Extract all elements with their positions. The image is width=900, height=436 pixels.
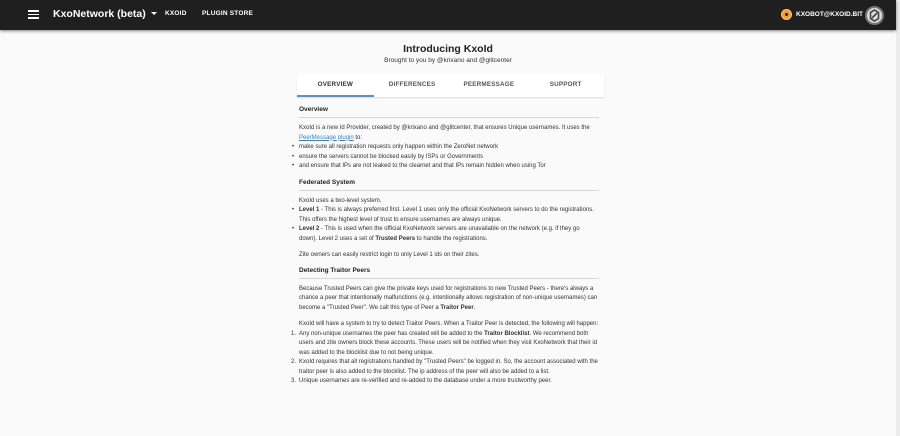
item3-text: Unique usernames are re-verified and re-… bbox=[299, 378, 552, 384]
tab-bar: OVERVIEW DIFFERENCES PEERMESSAGE SUPPORT bbox=[297, 74, 604, 97]
level2-label: Level 2 bbox=[299, 226, 320, 232]
overview-intro-end: to: bbox=[353, 134, 363, 141]
level2-text-end: to handle the registrations. bbox=[415, 235, 488, 242]
traitor-paragraph-2: KxoId will have a system to try to detec… bbox=[299, 321, 599, 327]
top-app-bar: KxoNetwork (beta) KXOID PLUGIN STORE KXO… bbox=[0, 0, 896, 30]
peermessage-plugin-link[interactable]: PeerMessage plugin bbox=[299, 135, 354, 141]
federated-intro: KxoId uses a two-level system. bbox=[299, 197, 382, 204]
list-item: Level 1 - This is always preferred first… bbox=[292, 206, 599, 225]
page-scrollbar[interactable] bbox=[896, 0, 900, 436]
traitor-peer-bold: Traitor Peer bbox=[440, 304, 474, 311]
numbered-item: 2. KxoId requires that all registrations … bbox=[291, 359, 598, 375]
tab-differences[interactable]: DIFFERENCES bbox=[374, 74, 451, 97]
list-item: and ensure that IPs are not leaked to th… bbox=[292, 162, 599, 172]
zeronet-logo-icon[interactable] bbox=[865, 6, 884, 25]
federated-footer: Zite owners can easily restrict login to… bbox=[299, 252, 480, 258]
page-subtitle: Brought to you by @krixano and @glitcent… bbox=[384, 57, 512, 64]
section-title-federated-system: Federated System bbox=[299, 177, 599, 191]
numbered-item: 3. Unique usernames are re-verified and r… bbox=[291, 378, 552, 384]
item1-text: Any non-unique usernames the peer has cr… bbox=[299, 330, 485, 337]
tab-overview[interactable]: OVERVIEW bbox=[297, 74, 374, 97]
app-title: KxoNetwork (beta) bbox=[53, 8, 146, 20]
account-label[interactable]: KXOBOT@KXOID.BIT bbox=[796, 11, 863, 18]
numbered-item: 1. Any non-unique usernames the peer has … bbox=[291, 330, 598, 356]
tab-peermessage[interactable]: PEERMESSAGE bbox=[451, 74, 528, 97]
bitcoin-coin-icon[interactable] bbox=[781, 9, 792, 20]
tab-support[interactable]: SUPPORT bbox=[527, 74, 604, 97]
app-root: KxoNetwork (beta) KXOID PLUGIN STORE KXO… bbox=[0, 0, 900, 436]
section-title-overview: Overview bbox=[299, 104, 599, 118]
menu-icon[interactable] bbox=[28, 10, 39, 19]
overview-intro: KxoId is a new Id Provider, created by @… bbox=[299, 124, 599, 143]
section-title-detecting-traitor-peers: Detecting Traitor Peers bbox=[299, 265, 599, 279]
list-item: make sure all registration requests only… bbox=[292, 143, 599, 153]
nav-link-plugin-store[interactable]: PLUGIN STORE bbox=[202, 10, 253, 17]
traitor-para1-end: . bbox=[473, 304, 476, 311]
item2-text: KxoId requires that all registrations ha… bbox=[299, 359, 598, 375]
overview-intro-text: KxoId is a new Id Provider, created by @… bbox=[299, 125, 590, 131]
level1-label: Level 1 bbox=[299, 207, 320, 213]
nav-link-kxoid[interactable]: KXOID bbox=[165, 10, 187, 17]
page-title: Introducing KxoId bbox=[403, 43, 493, 55]
list-item: ensure the servers cannot be blocked eas… bbox=[292, 153, 599, 163]
trusted-peers-bold: Trusted Peers bbox=[375, 235, 416, 242]
overview-content: Overview KxoId is a new Id Provider, cre… bbox=[291, 104, 599, 387]
app-title-dropdown[interactable]: KxoNetwork (beta) bbox=[53, 8, 157, 20]
traitor-blocklist-bold: Traitor Blocklist bbox=[484, 330, 530, 337]
caret-down-icon bbox=[150, 12, 157, 15]
traitor-paragraph-1: Because Trusted Peers can give the priva… bbox=[299, 285, 599, 314]
level1-text: - This is always preferred first. Level … bbox=[299, 207, 594, 223]
list-item: Level 2 - This is used when the official… bbox=[292, 225, 599, 244]
